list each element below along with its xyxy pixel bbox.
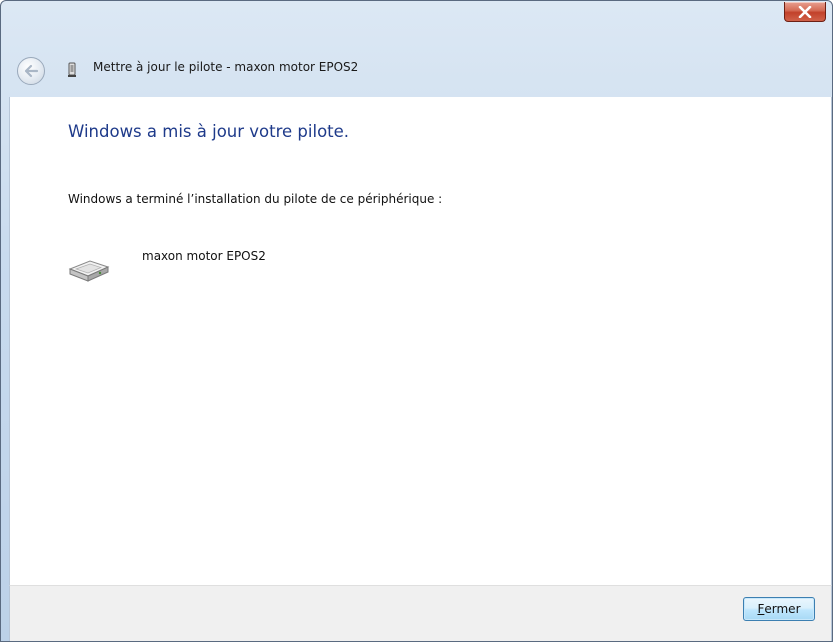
fermer-button[interactable]: Fermer <box>743 597 815 621</box>
window-close-button[interactable] <box>784 2 826 22</box>
drive-device-icon <box>68 260 110 282</box>
dialog-window: Mettre à jour le pilote - maxon motor EP… <box>0 0 833 642</box>
device-name-label: maxon motor EPOS2 <box>142 249 266 263</box>
status-message: Windows a terminé l’installation du pilo… <box>68 192 443 206</box>
fermer-label-rest: ermer <box>764 602 801 616</box>
fermer-mnemonic: F <box>757 602 765 616</box>
window-title: Mettre à jour le pilote - maxon motor EP… <box>93 60 359 74</box>
dialog-footer: Fermer <box>9 585 832 641</box>
back-arrow-icon <box>24 64 39 78</box>
title-bar: Mettre à jour le pilote - maxon motor EP… <box>1 1 832 97</box>
content-area: Windows a mis à jour votre pilote. Windo… <box>9 97 832 585</box>
usb-device-icon <box>68 62 76 77</box>
page-heading: Windows a mis à jour votre pilote. <box>68 122 350 141</box>
close-x-icon <box>798 5 812 18</box>
back-button[interactable] <box>17 57 45 85</box>
